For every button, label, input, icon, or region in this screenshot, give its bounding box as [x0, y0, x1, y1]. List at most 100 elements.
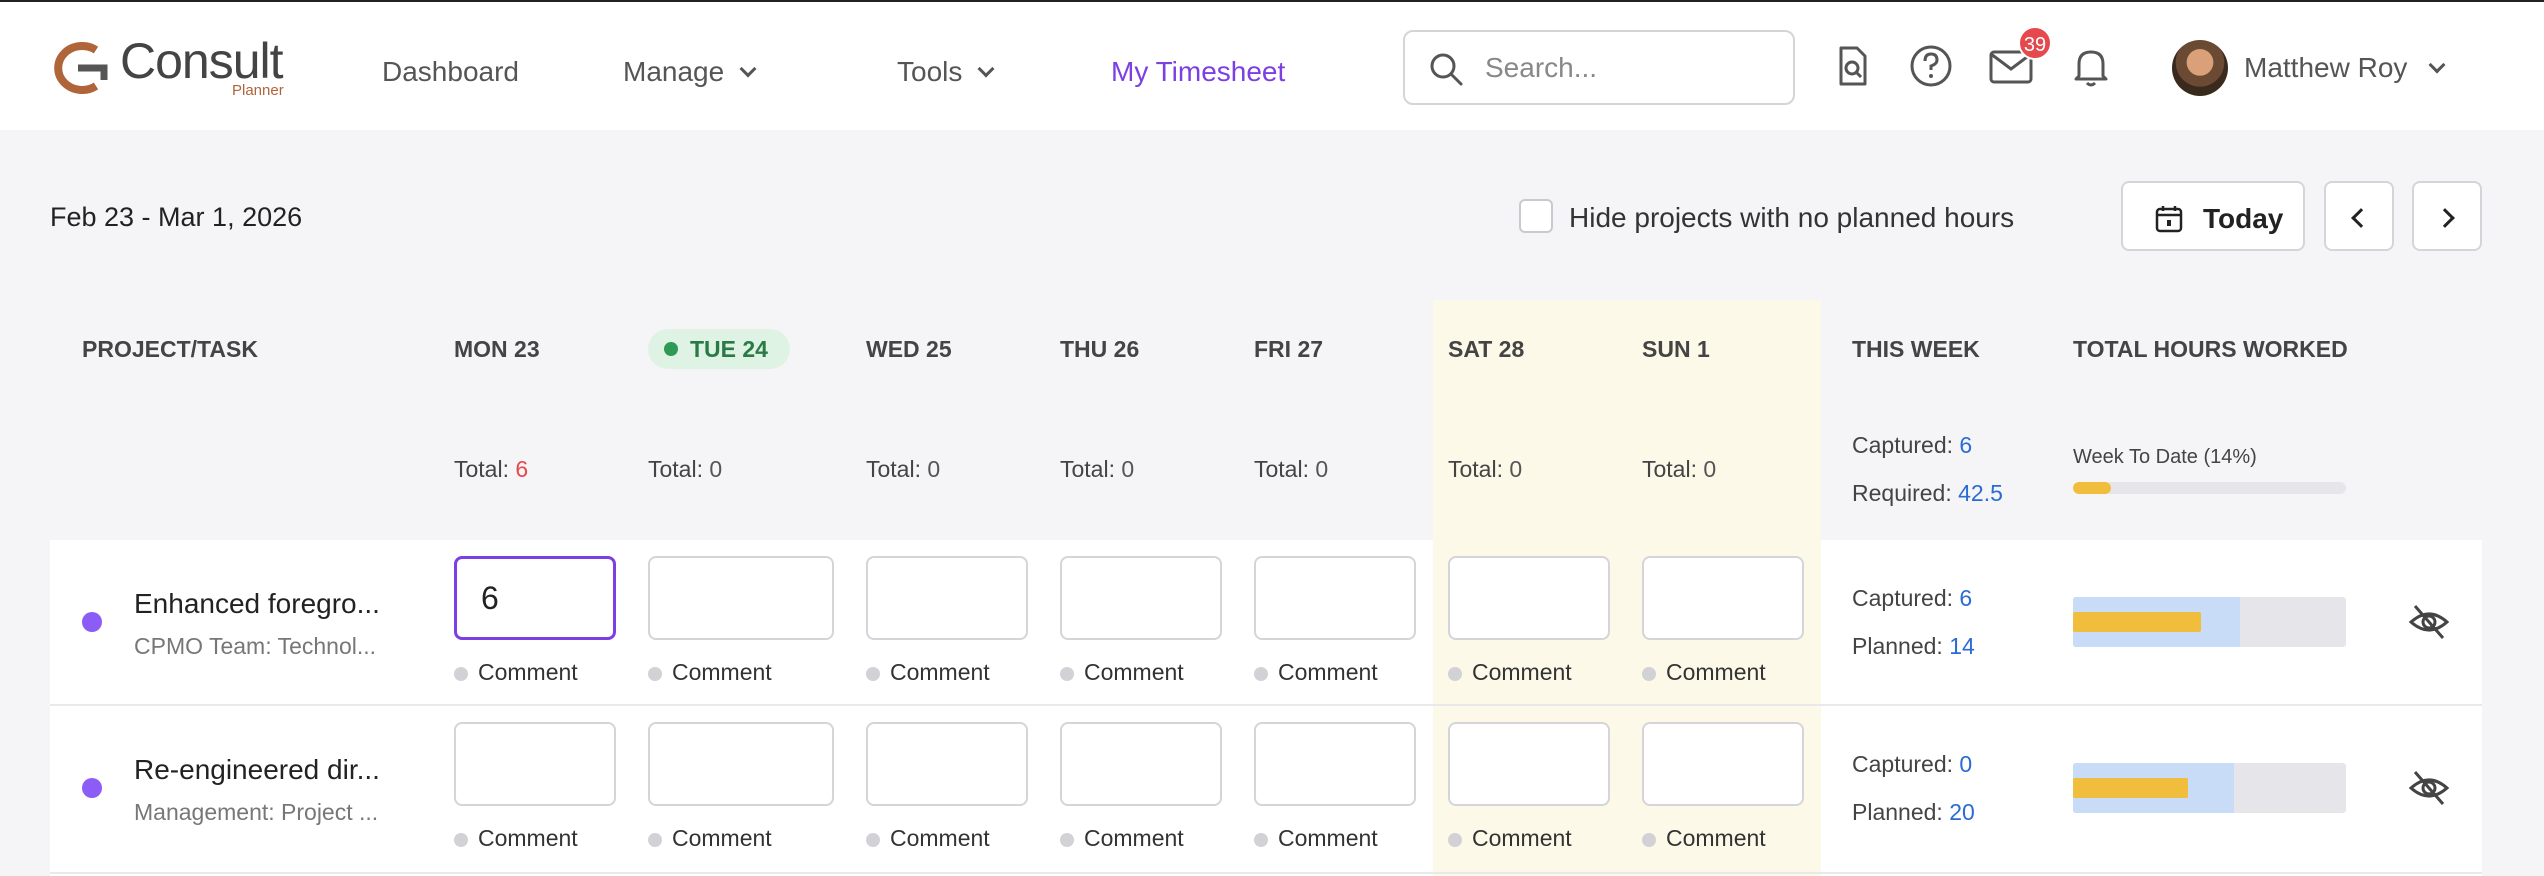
nav-manage-label: Manage — [623, 56, 725, 87]
hours-input-tue[interactable] — [648, 556, 834, 640]
total-fri-value: 0 — [1315, 456, 1329, 482]
captured-label: Captured: — [1852, 751, 1954, 777]
header-sun: SUN 1 — [1642, 336, 1710, 362]
nav-my-timesheet[interactable]: My Timesheet — [1111, 56, 1285, 88]
user-menu[interactable]: Matthew Roy — [2244, 52, 2446, 84]
logo-subtext: Planner — [232, 82, 284, 99]
week-captured-value: 6 — [1959, 432, 1973, 458]
chevron-down-icon — [2428, 56, 2446, 74]
row-captured: Captured: 0 — [1852, 751, 1972, 778]
hours-input-fri[interactable] — [1254, 556, 1416, 640]
row-divider — [50, 872, 2482, 874]
comment-link-thu[interactable]: Comment — [1060, 659, 1184, 686]
chevron-down-icon — [977, 60, 995, 78]
total-sun-value: 0 — [1703, 456, 1717, 482]
project-name[interactable]: Re-engineered dir... — [134, 754, 380, 786]
comment-link-sun[interactable]: Comment — [1642, 659, 1766, 686]
row-planned: Planned: 20 — [1852, 799, 1975, 826]
comment-link-wed[interactable]: Comment — [866, 825, 990, 852]
comment-link-thu[interactable]: Comment — [1060, 825, 1184, 852]
row-captured-value: 0 — [1959, 751, 1973, 777]
total-sun: Total: 0 — [1642, 456, 1716, 483]
project-color-dot — [82, 612, 102, 632]
next-week-button[interactable] — [2412, 181, 2482, 251]
hours-input-mon[interactable] — [454, 556, 616, 640]
comment-link-mon[interactable]: Comment — [454, 825, 578, 852]
chevron-down-icon — [739, 60, 757, 78]
captured-hours-fill — [2073, 612, 2202, 632]
comment-link-fri[interactable]: Comment — [1254, 659, 1378, 686]
week-to-date-progress — [2073, 482, 2346, 494]
bell-icon[interactable] — [2063, 38, 2119, 94]
row-planned: Planned: 14 — [1852, 633, 1975, 660]
nav-tools-label: Tools — [897, 56, 963, 87]
hours-input-wed[interactable] — [866, 722, 1028, 806]
mail-count-badge: 39 — [2018, 26, 2052, 60]
today-indicator-dot — [664, 342, 678, 356]
comment-link-sun[interactable]: Comment — [1642, 825, 1766, 852]
today-button-label: Today — [2203, 203, 2284, 234]
project-name[interactable]: Enhanced foregro... — [134, 588, 380, 620]
total-fri: Total: 0 — [1254, 456, 1328, 483]
captured-label: Captured: — [1852, 585, 1954, 611]
search-input[interactable] — [1485, 46, 1775, 90]
total-label: Total: — [454, 456, 509, 482]
previous-week-button[interactable] — [2324, 181, 2394, 251]
total-label: Total: — [1060, 456, 1115, 482]
comment-link-wed[interactable]: Comment — [866, 659, 990, 686]
total-wed-value: 0 — [927, 456, 941, 482]
comment-link-fri[interactable]: Comment — [1254, 825, 1378, 852]
comment-link-mon[interactable]: Comment — [454, 659, 578, 686]
header-this-week: THIS WEEK — [1852, 336, 1980, 362]
document-search-icon[interactable] — [1824, 38, 1880, 94]
total-mon-value: 6 — [515, 456, 529, 482]
search-icon — [1430, 53, 1463, 86]
row-hours-bar — [2073, 763, 2346, 813]
user-name: Matthew Roy — [2244, 52, 2408, 83]
chevron-right-icon — [2435, 208, 2455, 228]
planned-label: Planned: — [1852, 799, 1943, 825]
search-box[interactable] — [1403, 30, 1795, 105]
captured-label: Captured: — [1852, 432, 1954, 458]
header-total-hours: TOTAL HOURS WORKED — [2073, 336, 2348, 362]
comment-link-sat[interactable]: Comment — [1448, 825, 1572, 852]
nav-tools[interactable]: Tools — [897, 56, 995, 88]
logo-icon — [54, 42, 108, 94]
hide-eye-icon[interactable] — [2407, 600, 2451, 644]
comment-link-sat[interactable]: Comment — [1448, 659, 1572, 686]
hours-input-mon[interactable] — [454, 722, 616, 806]
hours-input-wed[interactable] — [866, 556, 1028, 640]
hours-input-thu[interactable] — [1060, 722, 1222, 806]
hours-input-sat[interactable] — [1448, 722, 1610, 806]
today-button[interactable]: Today — [2121, 181, 2305, 251]
total-thu: Total: 0 — [1060, 456, 1134, 483]
total-label: Total: — [648, 456, 703, 482]
week-to-date-label: Week To Date (14%) — [2073, 446, 2257, 468]
header-sat: SAT 28 — [1448, 336, 1525, 362]
header-mon: MON 23 — [454, 336, 540, 362]
row-planned-value: 14 — [1949, 633, 1975, 659]
week-captured: Captured: 6 — [1852, 432, 1972, 459]
planned-label: Planned: — [1852, 633, 1943, 659]
week-required-value: 42.5 — [1958, 480, 2003, 506]
nav-manage[interactable]: Manage — [623, 56, 757, 88]
avatar[interactable] — [2172, 40, 2228, 96]
hours-input-tue[interactable] — [648, 722, 834, 806]
comment-link-tue[interactable]: Comment — [648, 825, 772, 852]
hide-eye-icon[interactable] — [2407, 766, 2451, 810]
hours-input-sun[interactable] — [1642, 722, 1804, 806]
total-label: Total: — [866, 456, 921, 482]
hours-input-thu[interactable] — [1060, 556, 1222, 640]
hours-input-fri[interactable] — [1254, 722, 1416, 806]
hours-input-sun[interactable] — [1642, 556, 1804, 640]
header-project-task: PROJECT/TASK — [82, 336, 258, 362]
help-icon[interactable] — [1903, 38, 1959, 94]
total-sat-value: 0 — [1509, 456, 1523, 482]
comment-link-tue[interactable]: Comment — [648, 659, 772, 686]
row-divider — [50, 704, 2482, 706]
header-thu: THU 26 — [1060, 336, 1140, 362]
hide-projects-checkbox[interactable] — [1519, 199, 1553, 233]
hide-projects-label[interactable]: Hide projects with no planned hours — [1569, 202, 2014, 234]
hours-input-sat[interactable] — [1448, 556, 1610, 640]
nav-dashboard[interactable]: Dashboard — [382, 56, 519, 88]
